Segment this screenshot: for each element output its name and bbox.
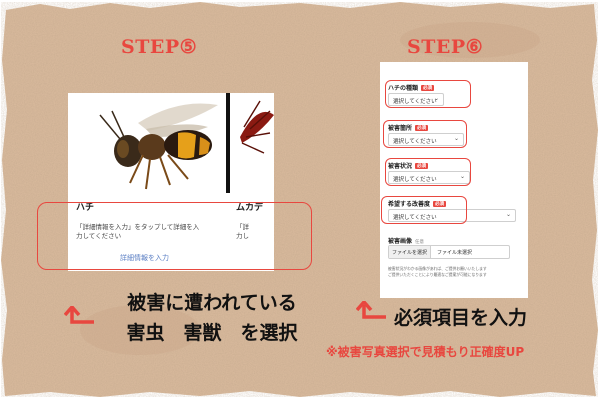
image-help-text-2: ご提供いただくことにより最適なご提案が可能になります [388, 272, 487, 277]
step5-title: STEP⑤ [121, 36, 198, 58]
return-arrow-icon [356, 301, 386, 319]
step6-caption: 必須項目を入力 [394, 307, 528, 329]
accuracy-note: ※被害写真選択で見積もり正確度UP [326, 345, 525, 359]
highlight-box-field-1 [385, 80, 471, 108]
field-label-damage-image: 被害画像 任意 [388, 238, 425, 245]
chevron-down-icon: ⌄ [505, 211, 511, 218]
centipede-image [230, 93, 274, 193]
step5-caption: 被害に遭われている 害虫 害獣 を選択 [112, 288, 312, 348]
step5-caption-line1: 被害に遭われている [127, 292, 297, 314]
step6-title: STEP⑥ [407, 36, 484, 58]
highlight-box-field-4 [381, 196, 467, 224]
highlight-box-pest [37, 202, 312, 270]
step5-caption-line2: 害虫 害獣 を選択 [126, 322, 298, 344]
file-picker: ファイルを選択 ファイル未選択 [388, 245, 510, 259]
file-status: ファイル未選択 [437, 250, 473, 256]
highlight-box-field-2 [383, 120, 467, 148]
highlight-box-field-3 [385, 158, 471, 186]
return-arrow-icon [64, 306, 94, 324]
choose-file-button[interactable]: ファイルを選択 [389, 246, 431, 258]
